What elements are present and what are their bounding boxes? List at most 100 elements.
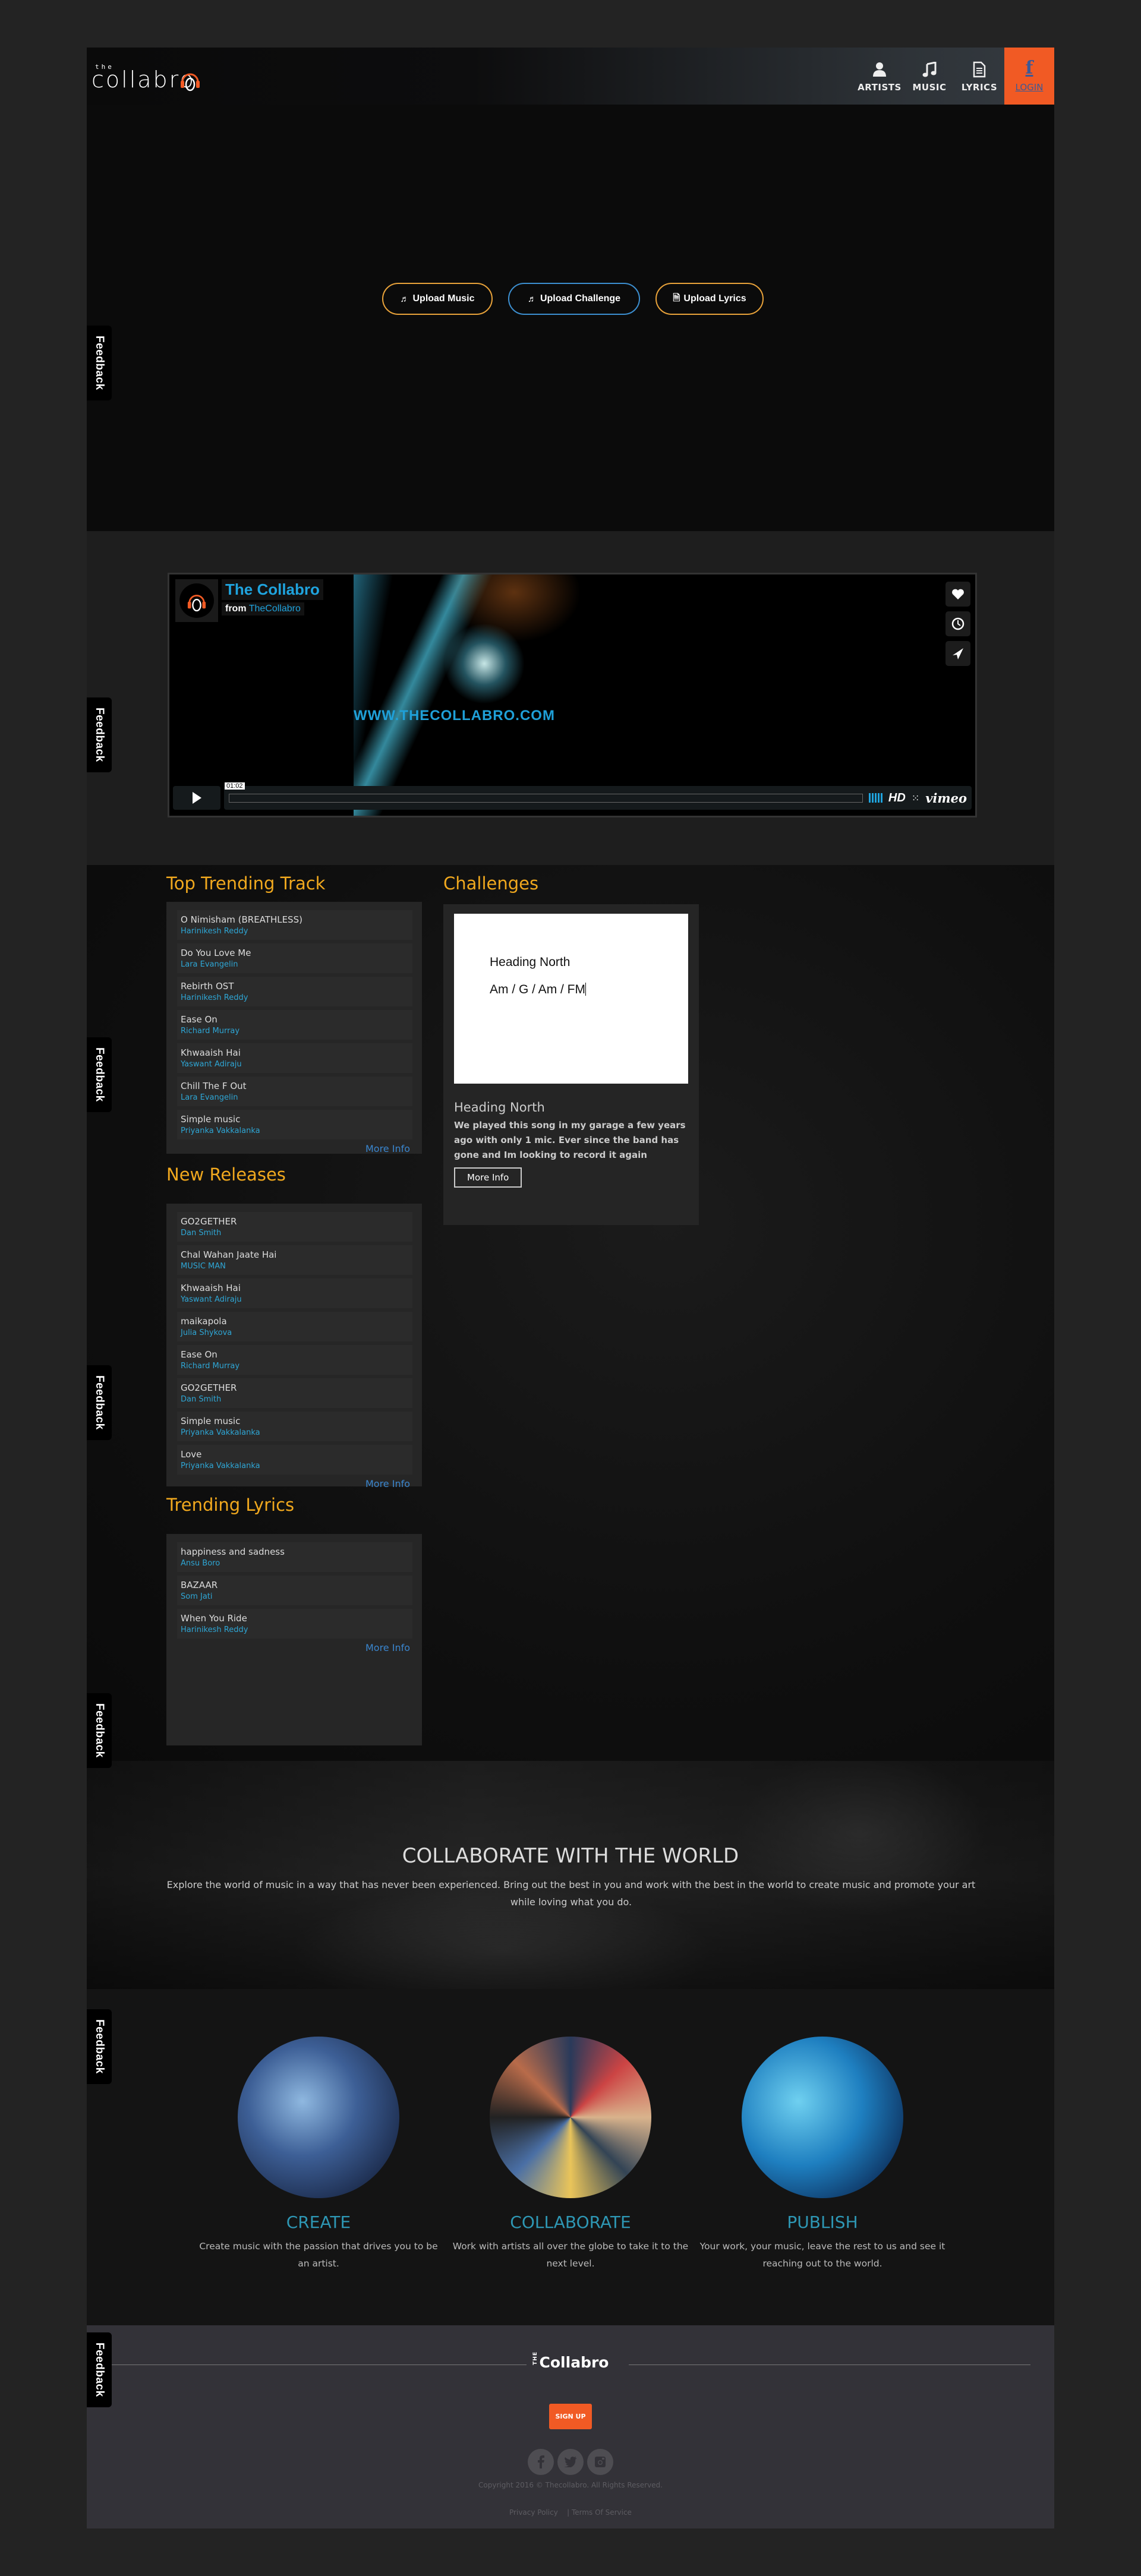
artist-link[interactable]: Dan Smith xyxy=(181,1394,409,1406)
list-item[interactable]: Simple music Priyanka Vakkalanka xyxy=(177,1412,412,1441)
list-item[interactable]: Ease On Richard Murray xyxy=(177,1345,412,1375)
hd-toggle[interactable]: HD xyxy=(888,791,906,805)
list-item[interactable]: GO2GETHER Dan Smith xyxy=(177,1378,412,1408)
watch-later-button[interactable] xyxy=(945,611,970,636)
artist-link[interactable]: Lara Evangelin xyxy=(181,959,409,971)
signup-button[interactable]: SIGN UP xyxy=(549,2404,592,2429)
artist-link[interactable]: Richard Murray xyxy=(181,1360,409,1372)
more-info-link[interactable]: More Info xyxy=(177,1143,412,1154)
upload-music-label: Upload Music xyxy=(412,293,475,304)
music-note-icon: ♬ xyxy=(527,293,537,304)
list-item[interactable]: When You Ride Harinikesh Reddy xyxy=(177,1609,412,1639)
video-player[interactable]: WWW.THECOLLABRO.COM The Collabro from Th… xyxy=(168,573,977,817)
channel-avatar[interactable] xyxy=(175,579,218,622)
content-section: Top Trending Track O Nimisham (BREATHLES… xyxy=(87,865,1054,1761)
artist-link[interactable]: Harinikesh Reddy xyxy=(181,926,409,937)
artist-link[interactable]: Ansu Boro xyxy=(181,1558,409,1570)
feedback-tab[interactable]: Feedback xyxy=(87,1037,112,1112)
collaborate-banner: COLLABORATE WITH THE WORLD Explore the w… xyxy=(87,1761,1054,1989)
challenge-description: We played this song in my garage a few y… xyxy=(454,1120,686,1160)
feedback-tab[interactable]: Feedback xyxy=(87,326,112,400)
twitter-icon[interactable] xyxy=(557,2449,584,2475)
footer-logo[interactable]: THECollabro xyxy=(87,2351,1054,2371)
feedback-label: Feedback xyxy=(93,2019,106,2074)
artist-link[interactable]: Lara Evangelin xyxy=(181,1092,409,1104)
upload-music-button[interactable]: ♬ Upload Music xyxy=(382,283,493,315)
play-button[interactable] xyxy=(173,786,220,810)
artist-link[interactable]: Som Jati xyxy=(181,1591,409,1603)
list-item[interactable]: Love Priyanka Vakkalanka xyxy=(177,1445,412,1475)
list-item[interactable]: maikapola Julia Shykova xyxy=(177,1312,412,1341)
control-bar: 01:02 HD ⁙ vimeo xyxy=(224,782,972,810)
list-item[interactable]: GO2GETHER Dan Smith xyxy=(177,1212,412,1242)
track-title: Ease On xyxy=(181,1349,218,1360)
video-title[interactable]: The Collabro xyxy=(222,579,323,600)
user-icon xyxy=(872,59,887,80)
share-button[interactable] xyxy=(945,641,970,666)
instagram-icon[interactable] xyxy=(587,2449,613,2475)
feedback-tab[interactable]: Feedback xyxy=(87,2332,112,2407)
track-title: GO2GETHER xyxy=(181,1216,237,1227)
login-button[interactable]: f LOGIN xyxy=(1004,48,1054,105)
feedback-label: Feedback xyxy=(93,1375,106,1430)
artist-link[interactable]: Priyanka Vakkalanka xyxy=(181,1427,409,1439)
facebook-icon: f xyxy=(1025,58,1033,78)
list-item[interactable]: Do You Love Me Lara Evangelin xyxy=(177,943,412,973)
more-info-link[interactable]: More Info xyxy=(177,1642,412,1653)
feedback-tab[interactable]: Feedback xyxy=(87,1693,112,1768)
fullscreen-icon[interactable]: ⁙ xyxy=(912,793,919,804)
terms-of-service-link[interactable]: Terms Of Service xyxy=(572,2508,632,2517)
list-item[interactable]: BAZAAR Som Jati xyxy=(177,1576,412,1605)
list-item[interactable]: Rebirth OST Harinikesh Reddy xyxy=(177,977,412,1006)
challenge-image-chords: Am / G / Am / FM xyxy=(490,983,586,996)
list-item[interactable]: Chal Wahan Jaate Hai MUSIC MAN xyxy=(177,1245,412,1275)
challenge-more-info-button[interactable]: More Info xyxy=(454,1167,522,1188)
upload-challenge-button[interactable]: ♬ Upload Challenge xyxy=(508,283,640,315)
list-item[interactable]: Khwaaish Hai Yaswant Adiraju xyxy=(177,1043,412,1073)
banner-title: COLLABORATE WITH THE WORLD xyxy=(402,1844,739,1868)
challenge-name: Heading North xyxy=(454,1100,545,1115)
artist-link[interactable]: Priyanka Vakkalanka xyxy=(181,1460,409,1472)
artist-link[interactable]: Yaswant Adiraju xyxy=(181,1294,409,1306)
challenge-image-heading: Heading North xyxy=(490,955,570,969)
list-item[interactable]: Khwaaish Hai Yaswant Adiraju xyxy=(177,1278,412,1308)
list-item[interactable]: Chill The F Out Lara Evangelin xyxy=(177,1077,412,1106)
artist-link[interactable]: Julia Shykova xyxy=(181,1327,409,1339)
feedback-tab[interactable]: Feedback xyxy=(87,1365,112,1440)
artist-link[interactable]: Yaswant Adiraju xyxy=(181,1059,409,1071)
like-button[interactable] xyxy=(945,582,970,607)
feature-create: CREATE Create music with the passion tha… xyxy=(194,2037,443,2272)
trending-lyrics-title: Trending Lyrics xyxy=(166,1495,295,1515)
challenge-card: Heading North Am / G / Am / FM Heading N… xyxy=(443,904,699,1225)
list-item[interactable]: O Nimisham (BREATHLESS) Harinikesh Reddy xyxy=(177,910,412,940)
upload-lyrics-button[interactable]: 🗎 Upload Lyrics xyxy=(655,283,764,315)
video-frame xyxy=(354,574,975,816)
list-item[interactable]: Simple music Priyanka Vakkalanka xyxy=(177,1110,412,1139)
more-info-link[interactable]: More Info xyxy=(177,1478,412,1489)
challenge-image[interactable]: Heading North Am / G / Am / FM xyxy=(454,914,688,1084)
facebook-icon[interactable] xyxy=(528,2449,554,2475)
list-item[interactable]: Ease On Richard Murray xyxy=(177,1010,412,1040)
feedback-tab[interactable]: Feedback xyxy=(87,2009,112,2084)
privacy-policy-link[interactable]: Privacy Policy xyxy=(509,2508,558,2517)
nav-lyrics[interactable]: LYRICS xyxy=(954,48,1004,105)
nav-music[interactable]: MUSIC xyxy=(904,48,954,105)
video-byline: from TheCollabro xyxy=(222,602,304,615)
list-item[interactable]: happiness and sadness Ansu Boro xyxy=(177,1542,412,1572)
feedback-tab[interactable]: Feedback xyxy=(87,697,112,772)
channel-link[interactable]: TheCollabro xyxy=(249,604,301,614)
artist-link[interactable]: MUSIC MAN xyxy=(181,1261,409,1273)
upload-lyrics-label: Upload Lyrics xyxy=(683,293,746,304)
hero-section: ♬ Upload Music ♬ Upload Challenge 🗎 Uplo… xyxy=(87,105,1054,531)
artist-link[interactable]: Harinikesh Reddy xyxy=(181,1624,409,1636)
logo[interactable]: the collabro xyxy=(89,52,208,100)
artist-link[interactable]: Harinikesh Reddy xyxy=(181,992,409,1004)
vimeo-logo[interactable]: vimeo xyxy=(925,791,967,806)
artist-link[interactable]: Priyanka Vakkalanka xyxy=(181,1125,409,1137)
progress-bar[interactable]: 01:02 xyxy=(225,782,863,803)
volume-control[interactable] xyxy=(868,793,882,803)
nav-artists[interactable]: ARTISTS xyxy=(855,48,904,105)
nav-music-label: MUSIC xyxy=(912,82,947,93)
artist-link[interactable]: Richard Murray xyxy=(181,1025,409,1037)
artist-link[interactable]: Dan Smith xyxy=(181,1227,409,1239)
